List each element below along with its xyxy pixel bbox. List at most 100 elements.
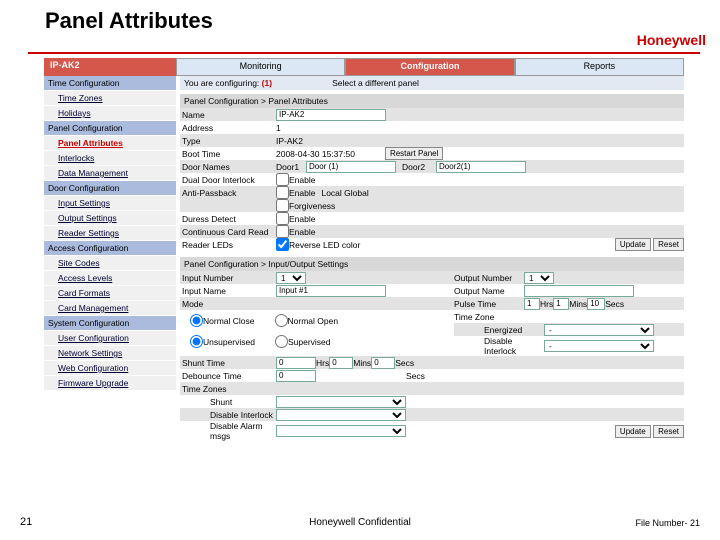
- sidebar-item-card-formats[interactable]: Card Formats: [44, 286, 176, 301]
- normal-close-radio[interactable]: [190, 314, 203, 327]
- app-window: IP-AK2 Monitoring Configuration Reports …: [44, 58, 684, 441]
- file-number: File Number- 21: [635, 518, 700, 528]
- top-nav: IP-AK2 Monitoring Configuration Reports: [44, 58, 684, 76]
- unsupervised-radio[interactable]: [190, 335, 203, 348]
- input-name-input[interactable]: [276, 285, 386, 297]
- pulse-hrs-input[interactable]: [524, 298, 540, 310]
- tz-shunt-label: Shunt: [180, 397, 276, 407]
- sidebar-item-user-config[interactable]: User Configuration: [44, 331, 176, 346]
- output-name-input[interactable]: [524, 285, 634, 297]
- tz-disable-interlock-label: Disable Interlock: [180, 410, 276, 420]
- sidebar-item-card-management[interactable]: Card Management: [44, 301, 176, 316]
- tz-shunt-select[interactable]: [276, 396, 406, 408]
- pulse-secs-input[interactable]: [587, 298, 605, 310]
- anti-enable-label: Enable: [289, 188, 315, 198]
- sidebar-item-web-config[interactable]: Web Configuration: [44, 361, 176, 376]
- io-reset-button[interactable]: Reset: [653, 425, 684, 438]
- disable-interlock-out-select[interactable]: -: [544, 340, 654, 352]
- sidebar-item-firmware-upgrade[interactable]: Firmware Upgrade: [44, 376, 176, 391]
- sidebar: Time Configuration Time Zones Holidays P…: [44, 76, 176, 441]
- pulse-mins-input[interactable]: [553, 298, 569, 310]
- dual-door-enable: Enable: [289, 175, 315, 185]
- cont-card-enable: Enable: [289, 227, 315, 237]
- normal-open-label: Normal Open: [288, 316, 339, 326]
- disable-interlock-out-label: Disable Interlock: [454, 336, 544, 356]
- update-button[interactable]: Update: [615, 238, 651, 251]
- door2-input[interactable]: [436, 161, 526, 173]
- sidebar-item-reader-settings[interactable]: Reader Settings: [44, 226, 176, 241]
- name-label: Name: [180, 110, 276, 120]
- sidebar-item-output-settings[interactable]: Output Settings: [44, 211, 176, 226]
- cont-card-label: Continuous Card Read: [180, 227, 276, 237]
- supervised-label: Supervised: [288, 337, 331, 347]
- address-label: Address: [180, 123, 276, 133]
- duress-enable: Enable: [289, 214, 315, 224]
- shunt-secs-unit: Secs: [395, 358, 414, 368]
- door1-input[interactable]: [306, 161, 396, 173]
- input-number-select[interactable]: 1: [276, 272, 306, 284]
- mode-label: Mode: [180, 299, 276, 309]
- tab-monitoring[interactable]: Monitoring: [176, 58, 345, 76]
- sidebar-item-input-settings[interactable]: Input Settings: [44, 196, 176, 211]
- debounce-secs-unit: Secs: [406, 371, 425, 381]
- tab-configuration[interactable]: Configuration: [345, 58, 514, 76]
- sidebar-section-panel: Panel Configuration: [44, 121, 176, 136]
- io-update-button[interactable]: Update: [615, 425, 651, 438]
- sidebar-item-time-zones[interactable]: Time Zones: [44, 91, 176, 106]
- anti-passback-label: Anti-Passback: [180, 188, 276, 198]
- normal-open-radio[interactable]: [275, 314, 288, 327]
- sidebar-item-data-management[interactable]: Data Management: [44, 166, 176, 181]
- anti-forgive-checkbox[interactable]: [276, 199, 289, 212]
- reset-button[interactable]: Reset: [653, 238, 684, 251]
- door1-label: Door1: [276, 162, 306, 172]
- reverse-led-label: Reverse LED color: [289, 240, 360, 250]
- boot-time-label: Boot Time: [180, 149, 276, 159]
- timezones-label: Time Zones: [180, 384, 276, 394]
- pulse-time-label: Pulse Time: [454, 299, 524, 309]
- reverse-led-checkbox[interactable]: [276, 238, 289, 251]
- output-number-label: Output Number: [454, 273, 524, 283]
- shunt-hrs-input[interactable]: [276, 357, 316, 369]
- tz-disable-interlock-select[interactable]: [276, 409, 406, 421]
- shunt-secs-input[interactable]: [371, 357, 395, 369]
- output-number-select[interactable]: 1: [524, 272, 554, 284]
- sidebar-item-site-codes[interactable]: Site Codes: [44, 256, 176, 271]
- cont-card-checkbox[interactable]: [276, 225, 289, 238]
- anti-enable-checkbox[interactable]: [276, 186, 289, 199]
- address-value: 1: [276, 123, 281, 133]
- device-label: IP-AK2: [44, 58, 176, 76]
- sidebar-item-interlocks[interactable]: Interlocks: [44, 151, 176, 166]
- shunt-mins-unit: Mins: [353, 358, 371, 368]
- duress-checkbox[interactable]: [276, 212, 289, 225]
- sidebar-item-panel-attributes[interactable]: Panel Attributes: [44, 136, 176, 151]
- sidebar-item-access-levels[interactable]: Access Levels: [44, 271, 176, 286]
- duress-label: Duress Detect: [180, 214, 276, 224]
- tab-reports[interactable]: Reports: [515, 58, 684, 76]
- pulse-secs-unit: Secs: [605, 299, 624, 309]
- input-number-label: Input Number: [180, 273, 276, 283]
- configuring-label: You are configuring:: [184, 78, 259, 88]
- sidebar-section-time: Time Configuration: [44, 76, 176, 91]
- energized-select[interactable]: -: [544, 324, 654, 336]
- debounce-input[interactable]: [276, 370, 316, 382]
- sidebar-section-system: System Configuration: [44, 316, 176, 331]
- debounce-label: Debounce Time: [180, 371, 276, 381]
- sidebar-item-network-settings[interactable]: Network Settings: [44, 346, 176, 361]
- pulse-mins-unit: Mins: [569, 299, 587, 309]
- restart-panel-button[interactable]: Restart Panel: [385, 147, 443, 160]
- reader-leds-label: Reader LEDs: [180, 240, 276, 250]
- tz-disable-alarm-select[interactable]: [276, 425, 406, 437]
- sidebar-section-access: Access Configuration: [44, 241, 176, 256]
- input-name-label: Input Name: [180, 286, 276, 296]
- supervised-radio[interactable]: [275, 335, 288, 348]
- content-pane: You are configuring: (1) Select a differ…: [176, 76, 684, 441]
- name-input[interactable]: [276, 109, 386, 121]
- divider: [28, 52, 700, 54]
- dual-door-checkbox[interactable]: [276, 173, 289, 186]
- sidebar-item-holidays[interactable]: Holidays: [44, 106, 176, 121]
- energized-label: Energized: [454, 325, 544, 335]
- shunt-mins-input[interactable]: [329, 357, 353, 369]
- configuring-id: (1): [262, 78, 272, 88]
- select-different-panel[interactable]: Select a different panel: [332, 78, 419, 88]
- door2-label: Door2: [402, 162, 436, 172]
